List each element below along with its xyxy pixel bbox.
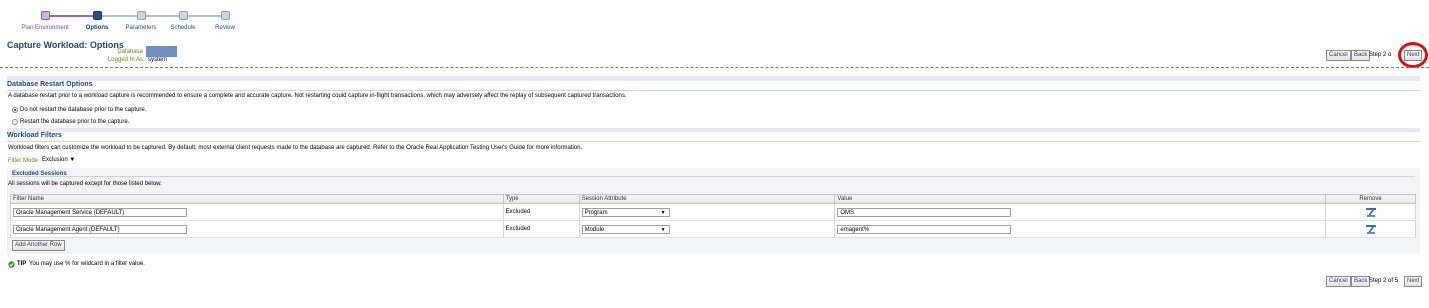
process-train: Plan Environment Options Parameters Sche… bbox=[0, 0, 260, 40]
train-line-completed bbox=[45, 15, 97, 17]
chevron-down-icon: ▼ bbox=[660, 226, 666, 233]
cell-remove bbox=[1325, 220, 1416, 238]
chevron-down-icon: ▼ bbox=[660, 209, 666, 216]
table-header-row: Filter Name Type Session Attribute Value… bbox=[10, 194, 1416, 204]
filter-value-input[interactable]: emagent% bbox=[837, 224, 1012, 234]
highlight-circle-annotation bbox=[1398, 42, 1428, 68]
cell-type: Excluded bbox=[502, 220, 580, 238]
table-row: Oracle Management Agent (DEFAULT) Exclud… bbox=[10, 220, 1416, 238]
radio-no-restart[interactable] bbox=[12, 107, 18, 113]
train-stop-review[interactable] bbox=[221, 11, 230, 20]
column-header-filter-name: Filter Name bbox=[10, 194, 504, 204]
section-heading-filters: Workload Filters bbox=[7, 132, 1420, 142]
cell-session-attribute: Program ▼ bbox=[578, 203, 836, 221]
cell-value: OMS bbox=[834, 203, 1327, 221]
column-header-session-attribute: Session Attribute bbox=[578, 194, 836, 204]
radio-restart[interactable] bbox=[12, 119, 18, 125]
tip-text: You may use % for wildcard in a filter v… bbox=[29, 261, 145, 267]
remove-icon[interactable] bbox=[1365, 224, 1377, 235]
radio-label-restart[interactable]: Restart the database prior to the captur… bbox=[20, 119, 129, 125]
cell-filter-name: Oracle Management Service (DEFAULT) bbox=[10, 203, 504, 221]
section-heading-restart: Database Restart Options bbox=[7, 81, 1420, 91]
filter-name-input[interactable]: Oracle Management Agent (DEFAULT) bbox=[13, 224, 187, 234]
excluded-sessions-description: All sessions will be captured except for… bbox=[8, 181, 162, 187]
train-label-parameters[interactable]: Parameters bbox=[125, 25, 156, 31]
column-header-type: Type bbox=[502, 194, 580, 204]
filter-mode-label: Filter Mode bbox=[8, 158, 39, 164]
cancel-button-top[interactable]: Cancel bbox=[1326, 50, 1351, 61]
train-label-review[interactable]: Review bbox=[215, 25, 235, 31]
add-another-row-button[interactable]: Add Another Row bbox=[12, 240, 65, 251]
train-stop-schedule[interactable] bbox=[179, 11, 188, 20]
filters-table: Filter Name Type Session Attribute Value… bbox=[10, 194, 1416, 238]
remove-icon[interactable] bbox=[1365, 207, 1377, 218]
excluded-sessions-divider bbox=[12, 176, 1415, 177]
session-attribute-value: Module bbox=[584, 226, 605, 233]
logged-in-label: Logged In As bbox=[107, 57, 143, 63]
next-button-bottom[interactable]: Next bbox=[1404, 276, 1423, 287]
tip-label: TIP bbox=[17, 261, 27, 267]
database-value-redacted bbox=[146, 46, 177, 57]
filter-mode-value: Exclusion bbox=[42, 157, 68, 163]
train-label-options: Options bbox=[85, 25, 109, 31]
filter-name-input[interactable]: Oracle Management Service (DEFAULT) bbox=[13, 207, 187, 217]
session-attribute-select[interactable]: Module ▼ bbox=[581, 224, 670, 234]
train-label-schedule[interactable]: Schedule bbox=[170, 25, 195, 31]
cell-type: Excluded bbox=[502, 203, 580, 221]
restart-description: A database restart prior to a workload c… bbox=[8, 93, 627, 99]
train-stop-plan-environment[interactable] bbox=[41, 11, 50, 20]
back-button-bottom[interactable]: Back bbox=[1351, 276, 1371, 287]
column-header-value: Value bbox=[834, 194, 1327, 204]
train-label-plan-environment[interactable]: Plan Environment bbox=[21, 25, 68, 31]
check-icon bbox=[8, 261, 15, 268]
train-stop-parameters[interactable] bbox=[137, 11, 146, 20]
step-indicator-top: Step 2 o bbox=[1369, 52, 1392, 58]
back-button-top[interactable]: Back bbox=[1351, 50, 1371, 61]
step-indicator-bottom: Step 2 of 5 bbox=[1369, 278, 1399, 284]
session-attribute-value: Program bbox=[584, 209, 608, 216]
cell-value: emagent% bbox=[834, 220, 1327, 238]
train-stop-options bbox=[93, 11, 102, 20]
database-label: Database bbox=[117, 49, 143, 55]
cell-remove bbox=[1325, 203, 1416, 221]
cancel-button-bottom[interactable]: Cancel bbox=[1326, 276, 1351, 287]
header-divider bbox=[0, 67, 1429, 68]
train-line-remaining bbox=[97, 15, 225, 17]
session-attribute-select[interactable]: Program ▼ bbox=[581, 207, 670, 217]
radio-label-no-restart[interactable]: Do not restart the database prior to the… bbox=[20, 107, 146, 113]
chevron-down-icon: ▼ bbox=[69, 157, 76, 163]
cell-filter-name: Oracle Management Agent (DEFAULT) bbox=[10, 220, 504, 238]
logged-in-value: system bbox=[148, 57, 168, 63]
filter-value-input[interactable]: OMS bbox=[837, 207, 1012, 217]
column-header-remove: Remove bbox=[1325, 194, 1416, 204]
cell-session-attribute: Module ▼ bbox=[578, 220, 836, 238]
table-row: Oracle Management Service (DEFAULT) Excl… bbox=[10, 203, 1416, 221]
filter-mode-select[interactable]: Exclusion ▼ bbox=[41, 156, 77, 165]
filters-description: Workload filters can customize the workl… bbox=[8, 145, 583, 151]
